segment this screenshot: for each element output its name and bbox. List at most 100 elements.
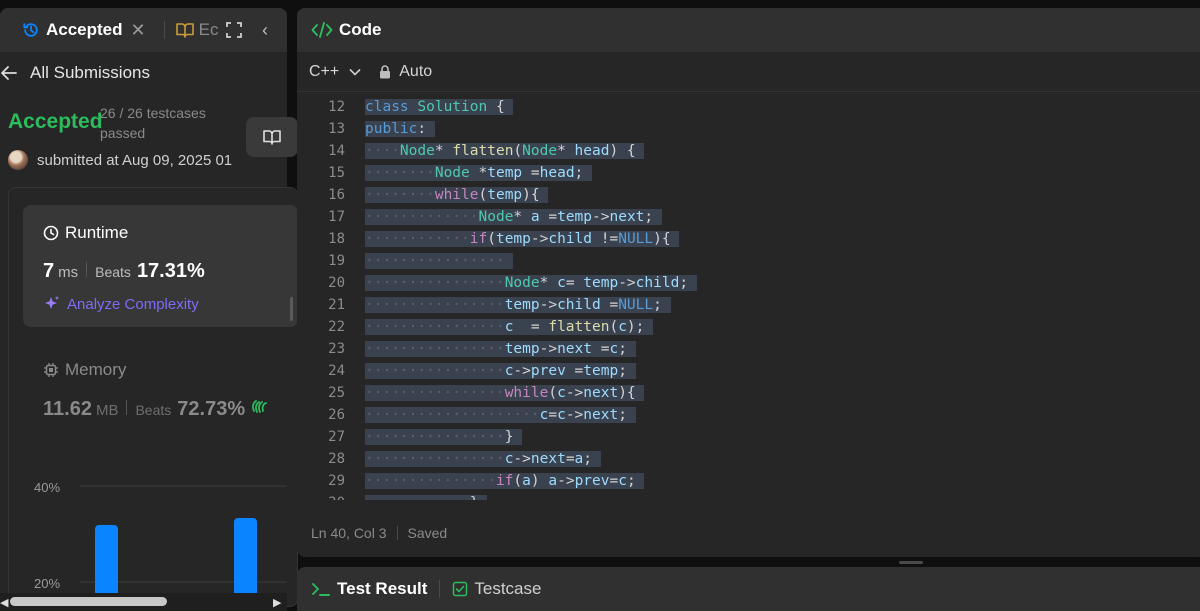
tab-editorial[interactable]: Ec — [175, 20, 219, 40]
chevron-left-icon[interactable]: ‹ — [262, 20, 268, 41]
code-header: Code — [297, 8, 1200, 52]
line-number: 24 — [328, 363, 345, 379]
chip-icon — [44, 363, 58, 377]
code-editor[interactable]: 12 13 14 15 16 17 18 19 20 21 22 23 24 25 26 27 28 29 30 c… — [297, 92, 1200, 500]
code-line[interactable]: ················Node* c= temp->child; — [365, 272, 697, 294]
code-title: Code — [339, 20, 382, 39]
book-open-icon — [263, 130, 281, 145]
line-number: 29 — [328, 473, 345, 489]
code-line[interactable]: ················ — [365, 250, 514, 272]
line-number: 23 — [328, 341, 345, 357]
line-number: 21 — [328, 297, 345, 313]
ytick-label: 40% — [34, 480, 60, 495]
code-icon — [311, 22, 333, 38]
line-number: 19 — [328, 253, 345, 269]
line-number: 14 — [328, 143, 345, 159]
clock-icon — [43, 225, 59, 241]
memory-header[interactable]: Memory — [43, 360, 126, 380]
runtime-card[interactable]: Runtime 7 ms Beats 17.31% Analyze Comple… — [23, 205, 298, 327]
ytick-label: 20% — [34, 576, 60, 591]
memory-unit: MB — [95, 402, 119, 419]
line-number: 18 — [328, 231, 345, 247]
panel-resize-handle[interactable] — [290, 297, 293, 321]
line-number: 30 — [297, 492, 345, 500]
book-open-icon — [175, 23, 194, 38]
line-number: 20 — [328, 275, 345, 291]
code-line[interactable]: public: — [365, 118, 435, 140]
submitted-info: submitted at Aug 09, 2025 01 — [8, 150, 232, 170]
code-line[interactable]: ············if(temp->child !=NULL){ — [365, 228, 680, 250]
selection-highlight: ················Node* c= temp->child; — [365, 275, 697, 291]
status-accepted: Accepted — [8, 110, 103, 133]
code-panel: Code C++ Auto 12 13 14 15 16 17 18 19 20 21 22 23 24… — [297, 8, 1200, 557]
code-line[interactable]: ····Node* flatten(Node* head) { — [365, 140, 645, 162]
chart-bar[interactable] — [234, 518, 257, 595]
lock-icon — [380, 64, 391, 78]
selection-highlight: ················c = flatten(c); — [365, 319, 654, 335]
selection-highlight: ·············Node* a =temp->next; — [365, 209, 662, 225]
tab-testcase[interactable]: Testcase — [474, 579, 541, 599]
tab-accepted[interactable]: Accepted ✕ — [0, 8, 154, 52]
code-line[interactable]: ·············Node* a =temp->next; — [365, 206, 662, 228]
horizontal-scrollbar[interactable]: ◀ ▶ — [0, 593, 287, 611]
code-line[interactable]: ········while(temp){ — [365, 184, 549, 206]
code-line[interactable]: ················} — [365, 426, 523, 448]
distribution-chart: 40% 20% — [34, 480, 287, 595]
tab-test-result[interactable]: Test Result — [337, 579, 427, 599]
line-number: 27 — [328, 429, 345, 445]
history-icon — [23, 23, 38, 37]
selection-highlight: ············if(temp->child !=NULL){ — [365, 231, 680, 247]
runtime-values: 7 ms Beats 17.31% — [43, 260, 205, 283]
scroll-right-icon[interactable]: ▶ — [273, 596, 281, 609]
divider — [439, 580, 441, 598]
all-submissions-link[interactable]: All Submissions — [0, 52, 287, 94]
line-number: 13 — [328, 121, 345, 137]
code-line[interactable]: ················temp->next =c; — [365, 338, 636, 360]
selection-highlight: ················c->next=a; — [365, 451, 601, 467]
code-line[interactable]: ················while(c->next){ — [365, 382, 645, 404]
code-line[interactable]: ················c->prev =temp; — [365, 360, 636, 382]
code-line[interactable]: ················c->next=a; — [365, 448, 601, 470]
code-line[interactable]: ················temp->child =NULL; — [365, 294, 671, 316]
code-line[interactable]: ················c = flatten(c); — [365, 316, 654, 338]
memory-values: 11.62 MB Beats 72.73% — [43, 397, 270, 421]
code-line[interactable]: class Solution { — [365, 96, 514, 118]
tab-editorial-label: Ec — [198, 20, 219, 39]
code-line[interactable]: ············} — [365, 492, 488, 500]
selection-highlight: ················while(c->next){ — [365, 385, 645, 401]
selection-highlight: class Solution { — [365, 99, 514, 115]
selection-highlight: ········Node *temp =head; — [365, 165, 593, 181]
memory-title: Memory — [65, 360, 127, 379]
close-icon[interactable]: ✕ — [131, 21, 146, 39]
chevron-down-icon[interactable] — [349, 68, 361, 76]
vertical-resize-handle[interactable] — [899, 561, 923, 564]
checkbox-icon — [453, 581, 468, 597]
language-select[interactable]: C++ — [309, 63, 339, 81]
analyze-complexity-button[interactable]: Analyze Complexity — [43, 295, 199, 313]
sparkle-icon — [45, 296, 59, 309]
line-number: 15 — [328, 165, 345, 181]
editor-toolbar: C++ Auto — [297, 52, 1200, 92]
bottom-panel: Test Result Testcase — [297, 567, 1200, 611]
selection-highlight: ···············if(a) a->prev=c; — [365, 473, 645, 489]
selection-highlight: ····················c=c->next; — [365, 407, 636, 423]
auto-mode-label[interactable]: Auto — [399, 63, 432, 81]
code-line[interactable]: ········Node *temp =head; — [365, 162, 593, 184]
save-status: Saved — [407, 525, 448, 541]
chart-bar[interactable] — [95, 525, 118, 595]
runtime-beats-value: 17.31% — [136, 260, 205, 282]
line-number: 22 — [328, 319, 345, 335]
code-line[interactable]: ····················c=c->next; — [365, 404, 636, 426]
arrow-left-icon — [1, 66, 17, 80]
fullscreen-icon[interactable] — [225, 21, 243, 39]
selection-highlight: ····Node* flatten(Node* head) { — [365, 143, 645, 159]
line-number: 25 — [328, 385, 345, 401]
clap-icon — [252, 400, 268, 413]
scroll-left-icon[interactable]: ◀ — [0, 596, 8, 609]
editorial-button[interactable] — [246, 117, 298, 157]
avatar[interactable] — [8, 150, 28, 170]
scrollbar-thumb[interactable] — [10, 597, 167, 606]
code-line[interactable]: ···············if(a) a->prev=c; — [365, 470, 645, 492]
runtime-value: 7 — [43, 260, 55, 282]
tab-accepted-label: Accepted — [46, 20, 123, 39]
